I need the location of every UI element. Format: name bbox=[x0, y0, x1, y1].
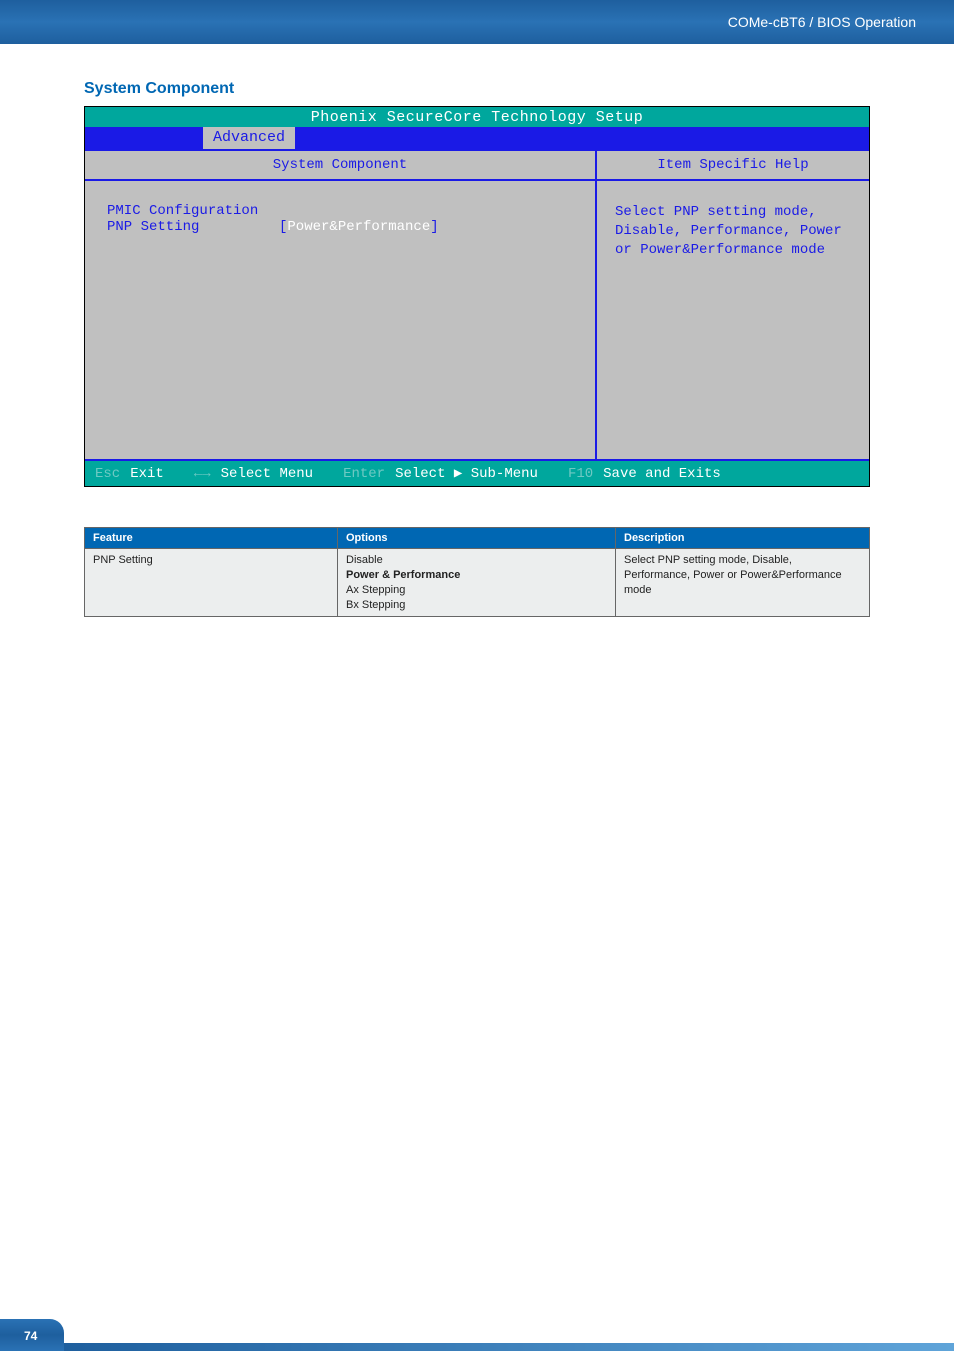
bios-settings-panel: PMIC Configuration PNP Setting [Power&Pe… bbox=[85, 181, 597, 459]
bios-body: PMIC Configuration PNP Setting [Power&Pe… bbox=[85, 181, 869, 461]
th-description: Description bbox=[616, 528, 870, 549]
bios-footer-bar: Esc Exit ←→ Select Menu Enter Select ▶ S… bbox=[85, 461, 869, 486]
section-heading: System Component bbox=[84, 80, 954, 98]
pnp-setting-row[interactable]: PNP Setting [Power&Performance] bbox=[107, 219, 581, 235]
table-row: PNP Setting Disable Power & Performance … bbox=[85, 549, 870, 617]
bios-help-panel: Select PNP setting mode, Disable, Perfor… bbox=[597, 181, 869, 459]
label-select-submenu: Select ▶ Sub-Menu bbox=[395, 465, 538, 482]
opt-ax-stepping: Ax Stepping bbox=[346, 584, 405, 596]
key-arrows: ←→ bbox=[194, 466, 211, 482]
panel-title-right: Item Specific Help bbox=[597, 151, 869, 179]
tab-spacer bbox=[85, 127, 203, 149]
cell-options: Disable Power & Performance Ax Stepping … bbox=[338, 549, 616, 617]
table-header-row: Feature Options Description bbox=[85, 528, 870, 549]
key-enter: Enter bbox=[343, 466, 385, 482]
bios-tab-row: Advanced bbox=[85, 127, 869, 149]
th-options: Options bbox=[338, 528, 616, 549]
page-number: 74 bbox=[0, 1319, 64, 1351]
pnp-setting-label: PNP Setting bbox=[107, 219, 279, 235]
pmic-configuration-row[interactable]: PMIC Configuration bbox=[107, 203, 581, 219]
cell-feature: PNP Setting bbox=[85, 549, 338, 617]
bios-column-headers: System Component Item Specific Help bbox=[85, 149, 869, 181]
label-save-exit: Save and Exits bbox=[603, 466, 721, 482]
label-exit: Exit bbox=[130, 466, 164, 482]
footer-gradient-line bbox=[64, 1343, 954, 1351]
page-footer: 74 bbox=[0, 1305, 954, 1351]
opt-bx-stepping: Bx Stepping bbox=[346, 599, 405, 611]
bios-title-bar: Phoenix SecureCore Technology Setup bbox=[85, 107, 869, 127]
pnp-setting-value-wrap: [Power&Performance] bbox=[279, 219, 439, 235]
pnp-setting-value[interactable]: Power&Performance bbox=[287, 219, 430, 235]
doc-header-bar: COMe-cBT6 / BIOS Operation bbox=[0, 0, 954, 44]
breadcrumb: COMe-cBT6 / BIOS Operation bbox=[728, 14, 916, 30]
th-feature: Feature bbox=[85, 528, 338, 549]
tab-advanced[interactable]: Advanced bbox=[203, 127, 295, 149]
opt-disable: Disable bbox=[346, 554, 383, 566]
panel-title-left: System Component bbox=[85, 151, 597, 179]
cell-description: Select PNP setting mode, Disable, Perfor… bbox=[616, 549, 870, 617]
opt-power-performance: Power & Performance bbox=[346, 569, 460, 581]
label-select-menu: Select Menu bbox=[221, 466, 313, 482]
key-f10: F10 bbox=[568, 466, 593, 482]
key-esc: Esc bbox=[95, 466, 120, 482]
feature-table: Feature Options Description PNP Setting … bbox=[84, 527, 870, 617]
bios-screenshot: Phoenix SecureCore Technology Setup Adva… bbox=[84, 106, 870, 487]
